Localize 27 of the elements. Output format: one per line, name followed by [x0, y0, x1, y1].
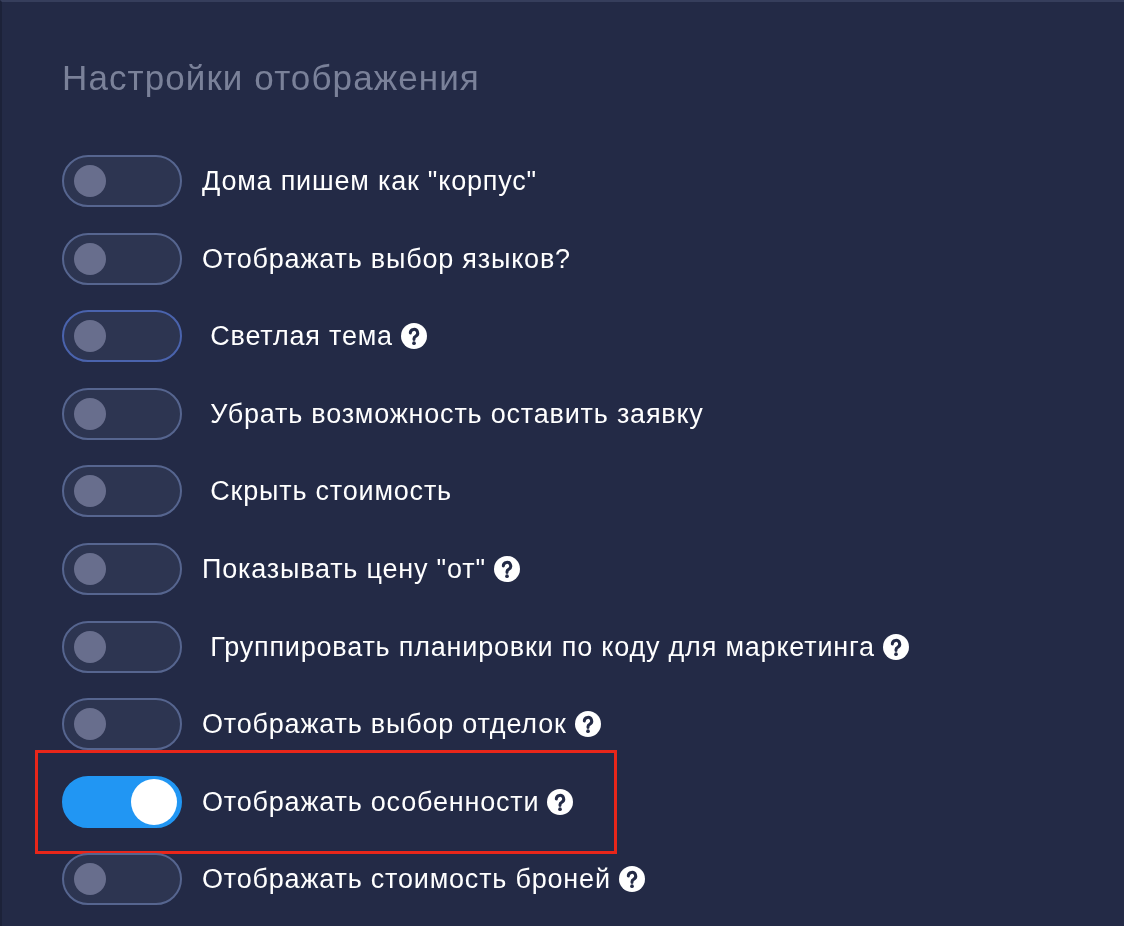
setting-label: Группировать планировки по коду для маркетинга: [209, 630, 875, 663]
toggle-switch[interactable]: [62, 853, 182, 906]
setting-label: Отображать выбор языков?: [202, 242, 571, 275]
toggle-switch[interactable]: [62, 155, 182, 207]
setting-label: Скрыть стоимость: [209, 475, 452, 508]
toggle-switch[interactable]: [62, 310, 182, 363]
toggle-switch[interactable]: [62, 775, 182, 828]
toggle-switch[interactable]: [62, 387, 182, 440]
toggle-switch[interactable]: [62, 465, 182, 518]
setting-label: Показывать цену "от": [202, 552, 486, 585]
toggle-switch[interactable]: [62, 698, 182, 751]
help-icon[interactable]: [574, 711, 601, 738]
help-icon[interactable]: [493, 555, 520, 582]
help-icon[interactable]: [882, 633, 909, 660]
toggle-switch[interactable]: [62, 232, 182, 285]
setting-label: Убрать возможность оставить заявку: [209, 397, 704, 430]
setting-label: Отображать выбор отделок: [202, 708, 567, 741]
setting-label: Светлая тема: [209, 320, 393, 353]
setting-label: Отображать особенности: [202, 785, 540, 818]
toggle-switch[interactable]: [62, 620, 182, 673]
help-icon[interactable]: [400, 323, 427, 350]
help-icon[interactable]: [547, 788, 574, 815]
setting-label: Дома пишем как "корпус": [202, 165, 537, 197]
section-title: Настройки отображения: [62, 58, 480, 98]
setting-label: Отображать стоимость броней: [202, 863, 611, 896]
help-icon[interactable]: [618, 866, 645, 893]
toggle-switch[interactable]: [62, 542, 182, 595]
